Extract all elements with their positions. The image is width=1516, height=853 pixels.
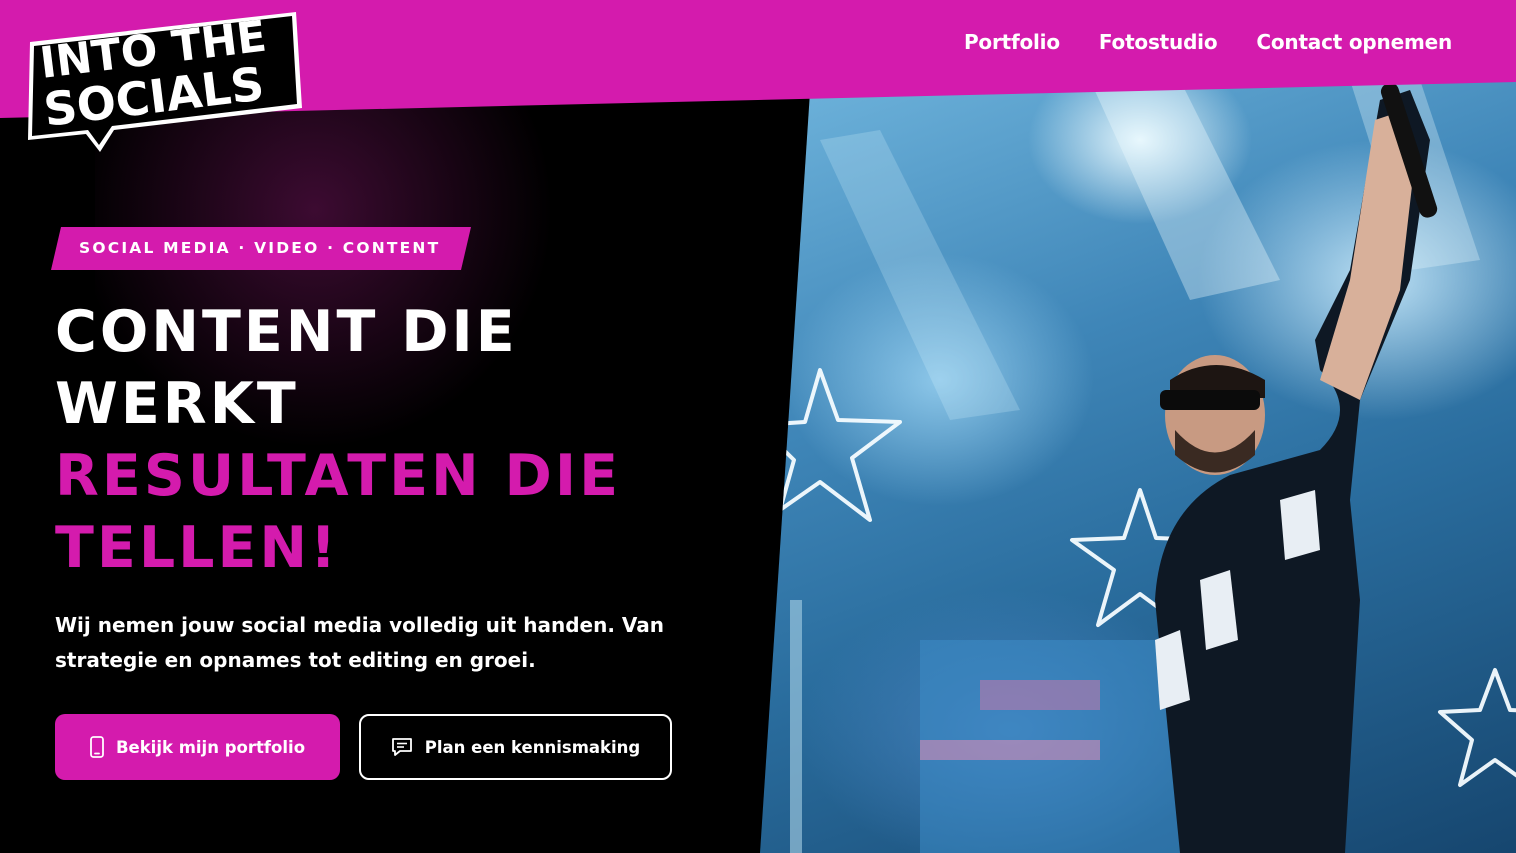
- performer-illustration: K: [760, 80, 1516, 853]
- chat-bubble-icon: [391, 738, 412, 756]
- nav-fotostudio[interactable]: Fotostudio: [1099, 30, 1218, 54]
- plan-meeting-label: Plan een kennismaking: [424, 737, 641, 757]
- hero-headline: CONTENT DIE WERKT RESULTATEN DIE TELLEN!: [55, 296, 621, 584]
- headline-line-1: CONTENT DIE: [55, 299, 518, 365]
- nav-portfolio[interactable]: Portfolio: [964, 30, 1060, 54]
- plan-meeting-button[interactable]: Plan een kennismaking: [359, 714, 672, 780]
- view-portfolio-label: Bekijk mijn portfolio: [115, 737, 306, 757]
- smartphone-icon: [90, 736, 104, 758]
- brand-logo[interactable]: INTO THE SOCIALS: [26, 12, 302, 152]
- headline-line-3: RESULTATEN DIE: [55, 443, 622, 509]
- tagline-text: SOCIAL MEDIA · VIDEO · CONTENT: [79, 239, 441, 257]
- hero-photo: K: [760, 80, 1516, 853]
- headline-line-2: WERKT: [55, 371, 299, 437]
- hero-description: Wij nemen jouw social media volledig uit…: [55, 613, 665, 672]
- headline-line-4: TELLEN!: [55, 515, 340, 581]
- main-nav: Portfolio Fotostudio Contact opnemen: [964, 30, 1452, 54]
- nav-contact-opnemen[interactable]: Contact opnemen: [1256, 30, 1452, 54]
- view-portfolio-button[interactable]: Bekijk mijn portfolio: [55, 714, 340, 780]
- tagline-badge: SOCIAL MEDIA · VIDEO · CONTENT: [51, 227, 471, 270]
